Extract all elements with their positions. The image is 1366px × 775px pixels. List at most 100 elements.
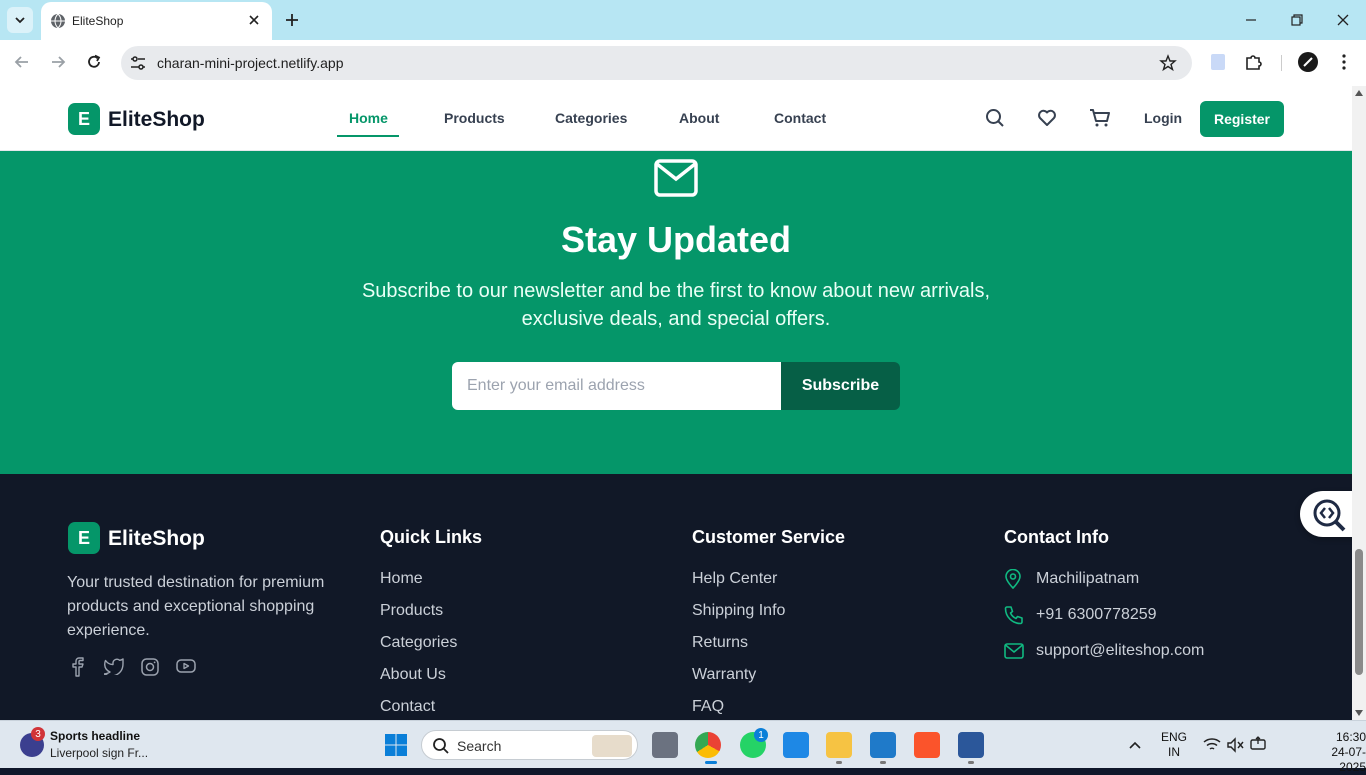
browser-tab[interactable]: EliteShop: [41, 2, 272, 40]
nav-active-indicator: [337, 135, 399, 137]
menu-dots-icon[interactable]: [1336, 52, 1352, 72]
globe-icon: [51, 13, 65, 29]
nav-categories[interactable]: Categories: [555, 110, 627, 126]
subscribe-button[interactable]: Subscribe: [781, 362, 900, 410]
footer-link-about[interactable]: About Us: [380, 666, 446, 684]
windows-start-icon[interactable]: [384, 733, 408, 757]
nav-contact[interactable]: Contact: [774, 110, 826, 126]
twitter-icon[interactable]: [104, 657, 124, 675]
windows-taskbar: 3 Sports headline Liverpool sign Fr... S…: [0, 720, 1366, 774]
new-tab-icon[interactable]: [282, 10, 302, 30]
phone-icon: [1004, 606, 1023, 625]
footer-link-warranty[interactable]: Warranty: [692, 666, 756, 684]
reload-icon[interactable]: [85, 53, 103, 71]
footer-link-home[interactable]: Home: [380, 570, 423, 588]
nav-products[interactable]: Products: [444, 110, 505, 126]
taskbar-search-label: Search: [457, 738, 502, 754]
browser-toolbar: charan-mini-project.netlify.app: [0, 40, 1366, 86]
footer-link-categories[interactable]: Categories: [380, 634, 457, 652]
chevron-up-icon[interactable]: [1128, 739, 1142, 751]
news-subtitle[interactable]: Liverpool sign Fr...: [50, 746, 148, 760]
footer-logo-badge: E: [68, 522, 100, 554]
search-icon: [433, 738, 449, 754]
register-button[interactable]: Register: [1200, 101, 1284, 137]
tab-title: EliteShop: [72, 14, 124, 28]
contact-email[interactable]: support@eliteshop.com: [1036, 642, 1204, 660]
language-code: ENG: [1161, 730, 1188, 744]
scroll-thumb[interactable]: [1355, 549, 1363, 675]
search-icon[interactable]: [985, 108, 1005, 128]
site-footer: E EliteShop Your trusted destination for…: [0, 474, 1352, 720]
quick-links-title: Quick Links: [380, 527, 483, 547]
system-clock[interactable]: 16:30 24-07-2025: [1312, 730, 1366, 775]
volume-muted-icon[interactable]: [1226, 737, 1244, 753]
file-explorer-icon[interactable]: [826, 732, 852, 758]
instagram-icon[interactable]: [140, 657, 160, 677]
close-window-icon[interactable]: [1336, 13, 1350, 27]
footer-link-faq[interactable]: FAQ: [692, 698, 724, 716]
minimize-icon[interactable]: [1244, 13, 1258, 27]
language-indicator[interactable]: ENG IN: [1161, 730, 1187, 760]
footer-link-products[interactable]: Products: [380, 602, 443, 620]
restore-icon[interactable]: [1290, 13, 1304, 27]
nav-home[interactable]: Home: [349, 110, 388, 126]
region-code: IN: [1168, 745, 1180, 759]
newsletter-title: Stay Updated: [560, 219, 792, 260]
web-page: E EliteShop Home Products Categories Abo…: [0, 86, 1352, 720]
floating-inspector-button[interactable]: [1300, 491, 1352, 537]
footer-link-contact[interactable]: Contact: [380, 698, 435, 716]
footer-brand: EliteShop: [108, 527, 205, 550]
extension-icon[interactable]: [1209, 52, 1227, 72]
cart-icon[interactable]: [1089, 108, 1111, 128]
footer-link-help-center[interactable]: Help Center: [692, 570, 777, 588]
email-input[interactable]: [452, 362, 781, 410]
wifi-icon[interactable]: [1203, 737, 1221, 753]
microsoft-store-icon[interactable]: [783, 732, 809, 758]
newsletter-section: Stay Updated Subscribe to our newsletter…: [0, 151, 1352, 474]
tab-search-button[interactable]: [7, 7, 33, 33]
chrome-active-indicator: [705, 761, 717, 764]
facebook-icon[interactable]: [70, 657, 88, 677]
search-highlight-icon: [592, 735, 632, 757]
heart-icon[interactable]: [1037, 108, 1057, 128]
clock-time: 16:30: [1335, 730, 1366, 744]
toolbar-divider: [1281, 55, 1282, 71]
profile-avatar-icon[interactable]: [1297, 51, 1319, 73]
address-bar[interactable]: charan-mini-project.netlify.app: [121, 46, 1192, 80]
footer-link-shipping[interactable]: Shipping Info: [692, 602, 785, 620]
page-scrollbar[interactable]: [1352, 86, 1366, 720]
nav-about[interactable]: About: [679, 110, 719, 126]
word-icon[interactable]: [958, 732, 984, 758]
vscode-icon[interactable]: [870, 732, 896, 758]
taskbar-search[interactable]: Search: [421, 730, 638, 760]
login-link[interactable]: Login: [1144, 110, 1182, 126]
customer-service-title: Customer Service: [692, 527, 846, 547]
forward-icon[interactable]: [49, 53, 67, 71]
bookmark-star-icon[interactable]: [1159, 54, 1177, 72]
code-search-icon: [1313, 499, 1346, 532]
contact-location: Machilipatnam: [1036, 570, 1140, 587]
scroll-down-arrow-icon[interactable]: [1355, 710, 1363, 716]
scroll-up-arrow-icon[interactable]: [1355, 90, 1363, 96]
email-icon: [1004, 643, 1024, 659]
footer-link-returns[interactable]: Returns: [692, 634, 748, 652]
back-icon[interactable]: [13, 53, 31, 71]
word-running-indicator: [968, 761, 974, 764]
contact-phone[interactable]: +91 6300778259: [1036, 606, 1157, 624]
brave-icon[interactable]: [914, 732, 940, 758]
site-settings-icon[interactable]: [129, 54, 147, 72]
puzzle-icon[interactable]: [1244, 52, 1264, 72]
news-headline[interactable]: Sports headline: [50, 729, 140, 743]
clock-date: 24-07-2025: [1331, 745, 1366, 774]
mail-icon: [654, 159, 698, 197]
logo-text[interactable]: EliteShop: [108, 108, 205, 132]
battery-icon[interactable]: [1250, 736, 1268, 752]
whatsapp-badge: 1: [754, 728, 768, 742]
close-tab-icon[interactable]: [247, 13, 261, 27]
youtube-icon[interactable]: [176, 657, 196, 675]
site-header: E EliteShop Home Products Categories Abo…: [0, 86, 1352, 151]
chrome-icon[interactable]: [695, 732, 721, 758]
newsletter-description: Subscribe to our newsletter and be the f…: [361, 280, 991, 330]
task-view-icon[interactable]: [652, 732, 678, 758]
logo-badge[interactable]: E: [68, 103, 100, 135]
